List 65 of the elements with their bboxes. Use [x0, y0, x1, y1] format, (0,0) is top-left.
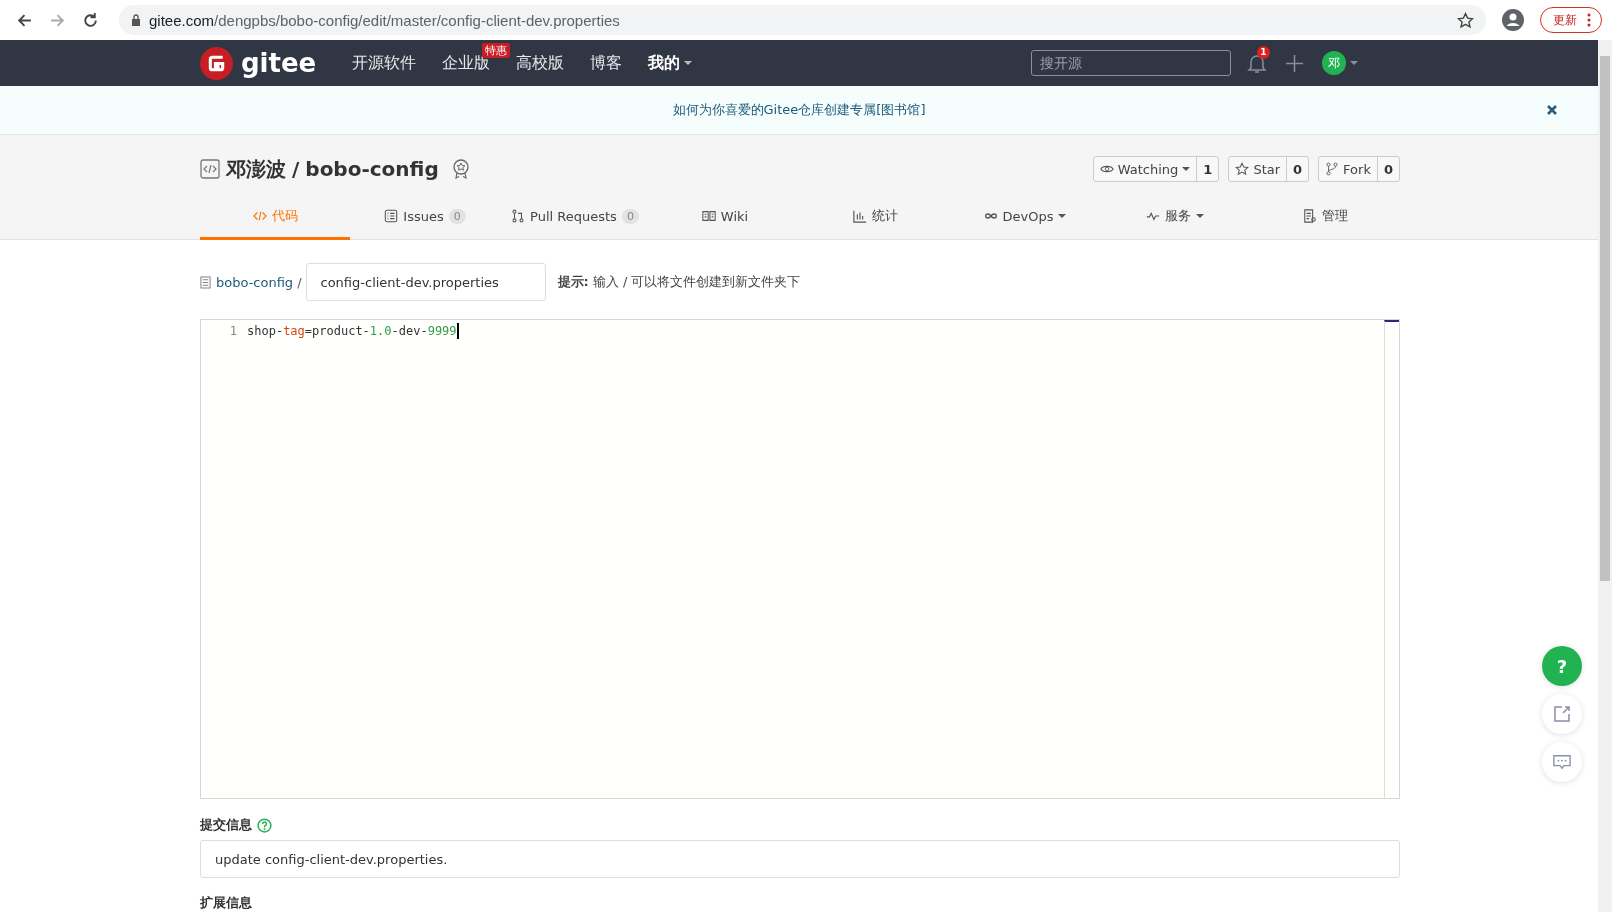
- logo-text[interactable]: gitee: [241, 48, 317, 78]
- book-icon: [701, 209, 716, 223]
- feedback-button[interactable]: [1542, 742, 1582, 782]
- commit-label: 提交信息: [200, 816, 252, 834]
- repo-tab[interactable]: Issues 0: [350, 195, 500, 240]
- bookmark-star-icon[interactable]: [1457, 11, 1474, 29]
- code-icon: [200, 159, 220, 179]
- reload-icon[interactable]: [82, 11, 99, 29]
- breadcrumb-link[interactable]: bobo-config: [216, 274, 294, 290]
- code-icon: [252, 209, 267, 223]
- nav-link[interactable]: 博客: [590, 52, 623, 74]
- code-line: shop-tag=product-1.0-dev-9999: [247, 324, 457, 338]
- update-button[interactable]: 更新: [1540, 7, 1602, 33]
- star-icon: [1235, 162, 1250, 176]
- profile-icon[interactable]: [1502, 9, 1524, 31]
- commit-message-field[interactable]: update config-client-dev.properties.: [200, 840, 1400, 878]
- repo-tab[interactable]: 服务: [1100, 195, 1250, 240]
- caret-icon: [684, 61, 693, 65]
- repo-tab[interactable]: 统计: [800, 195, 950, 240]
- my-menu[interactable]: 我的: [648, 52, 693, 74]
- list-icon: [384, 209, 399, 223]
- extension-label: 扩展信息: [200, 894, 253, 912]
- repo-name-link[interactable]: bobo-config: [305, 157, 439, 181]
- text-cursor: [456, 323, 459, 339]
- plus-icon[interactable]: [1285, 53, 1304, 73]
- bar-chart-icon: [852, 209, 867, 223]
- nav-link[interactable]: 高校版: [516, 52, 565, 74]
- line-number: 1: [228, 324, 238, 338]
- editor-scrollbar[interactable]: [1384, 320, 1399, 798]
- document-icon: [1302, 209, 1317, 223]
- code-editor[interactable]: 1 shop-tag=product-1.0-dev-9999: [200, 319, 1400, 799]
- repo-tab[interactable]: Pull Requests 0: [500, 195, 650, 240]
- url-text: gitee.com/dengpbs/bobo-config/edit/master/config-client-dev.properties: [149, 11, 621, 29]
- file-icon: [200, 275, 211, 289]
- branch-icon: [511, 209, 526, 223]
- more-icon[interactable]: [1587, 13, 1591, 27]
- pulse-icon: [1146, 209, 1160, 223]
- help-icon[interactable]: [257, 817, 272, 833]
- repo-owner-link[interactable]: 邓澎波: [226, 155, 286, 183]
- caret-icon: [1182, 167, 1191, 171]
- share-icon: [1553, 705, 1571, 723]
- repo-tab[interactable]: Wiki: [650, 195, 800, 240]
- notification-count: 1: [1257, 46, 1270, 59]
- repo-action-button[interactable]: Star 0: [1228, 156, 1310, 182]
- repo-action-button[interactable]: Watching 1: [1092, 156, 1220, 182]
- close-icon[interactable]: [1546, 104, 1558, 116]
- nav-link[interactable]: 开源软件: [352, 52, 417, 74]
- repo-action-button[interactable]: Fork 0: [1318, 156, 1400, 182]
- badge-icon: [450, 158, 471, 180]
- lock-icon: [131, 14, 141, 26]
- search-field[interactable]: 搜开源: [1031, 50, 1231, 76]
- page-scrollbar[interactable]: [1598, 40, 1612, 912]
- path-separator: /: [292, 157, 300, 181]
- logo-icon[interactable]: [200, 46, 233, 80]
- path-separator: /: [297, 274, 302, 290]
- filename-field[interactable]: config-client-dev.properties: [305, 263, 546, 301]
- promo-badge: 特惠: [482, 43, 510, 58]
- chat-icon: [1553, 753, 1571, 771]
- caret-icon[interactable]: [1350, 61, 1358, 65]
- repo-tab[interactable]: DevOps: [950, 195, 1100, 240]
- announcement-link[interactable]: 如何为你喜爱的Gitee仓库创建专属[图书馆]: [672, 101, 926, 119]
- address-bar[interactable]: gitee.com/dengpbs/bobo-config/edit/master/config-client-dev.properties: [119, 5, 1486, 35]
- repo-tab[interactable]: 管理: [1250, 195, 1400, 240]
- fork-icon: [1325, 162, 1340, 176]
- hint-text: 提示: 输入 / 可以将文件创建到新文件夹下: [557, 273, 801, 291]
